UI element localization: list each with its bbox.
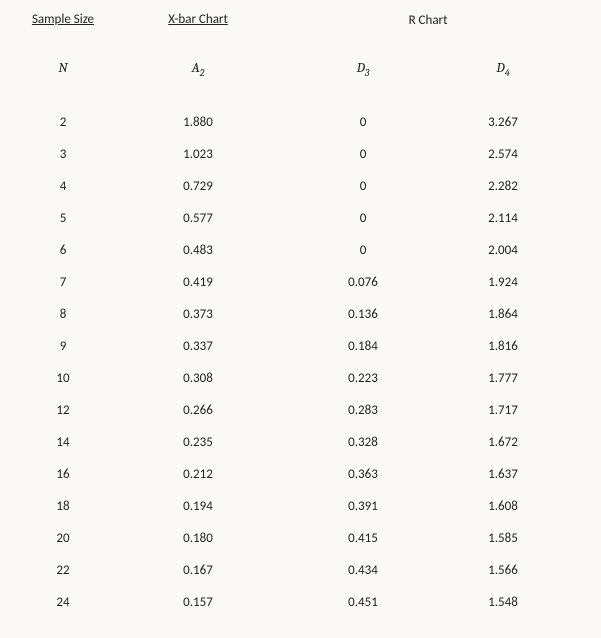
cell-a2: 0.167 <box>108 563 288 578</box>
cell-d4: 1.637 <box>438 467 568 482</box>
cell-d3: 0 <box>288 243 438 258</box>
cell-n: 22 <box>18 563 108 578</box>
cell-n: 10 <box>18 371 108 386</box>
data-rows: 21.88003.26731.02302.57440.72902.28250.5… <box>18 115 583 610</box>
cell-a2: 1.880 <box>108 115 288 130</box>
header-row: Sample Size X-bar Chart R Chart <box>18 12 583 27</box>
symbol-d3: D3 <box>288 59 438 79</box>
table-row: 120.2660.2831.717 <box>18 403 583 418</box>
cell-d3: 0.283 <box>288 403 438 418</box>
cell-a2: 0.483 <box>108 243 288 258</box>
symbol-d3-base: D <box>357 59 365 76</box>
cell-n: 12 <box>18 403 108 418</box>
table-row: 40.72902.282 <box>18 179 583 194</box>
cell-n: 14 <box>18 435 108 450</box>
cell-d3: 0.184 <box>288 339 438 354</box>
symbol-d3-sub: 3 <box>365 67 369 79</box>
cell-d4: 1.566 <box>438 563 568 578</box>
cell-n: 8 <box>18 307 108 322</box>
cell-d3: 0.434 <box>288 563 438 578</box>
cell-d4: 1.608 <box>438 499 568 514</box>
symbol-row: N A2 D3 D4 <box>18 59 583 79</box>
table-row: 160.2120.3631.637 <box>18 467 583 482</box>
cell-d4: 1.864 <box>438 307 568 322</box>
cell-a2: 0.373 <box>108 307 288 322</box>
cell-d4: 1.585 <box>438 531 568 546</box>
cell-d4: 2.114 <box>438 211 568 226</box>
cell-d4: 1.777 <box>438 371 568 386</box>
cell-d4: 1.816 <box>438 339 568 354</box>
cell-a2: 0.266 <box>108 403 288 418</box>
cell-n: 4 <box>18 179 108 194</box>
cell-n: 9 <box>18 339 108 354</box>
cell-a2: 0.194 <box>108 499 288 514</box>
cell-a2: 0.729 <box>108 179 288 194</box>
cell-d4: 2.004 <box>438 243 568 258</box>
cell-d4: 3.267 <box>438 115 568 130</box>
cell-d4: 1.924 <box>438 275 568 290</box>
table-row: 140.2350.3281.672 <box>18 435 583 450</box>
cell-d3: 0.391 <box>288 499 438 514</box>
cell-d3: 0 <box>288 147 438 162</box>
cell-n: 18 <box>18 499 108 514</box>
cell-n: 24 <box>18 595 108 610</box>
cell-a2: 0.577 <box>108 211 288 226</box>
cell-d4: 1.672 <box>438 435 568 450</box>
table-row: 31.02302.574 <box>18 147 583 162</box>
cell-n: 20 <box>18 531 108 546</box>
cell-d4: 1.717 <box>438 403 568 418</box>
cell-d3: 0.363 <box>288 467 438 482</box>
header-xbar-chart: X-bar Chart <box>108 12 288 27</box>
cell-d3: 0 <box>288 179 438 194</box>
symbol-a2: A2 <box>108 59 288 79</box>
symbol-n: N <box>18 59 108 79</box>
cell-n: 5 <box>18 211 108 226</box>
cell-a2: 0.212 <box>108 467 288 482</box>
cell-d4: 2.282 <box>438 179 568 194</box>
symbol-d4-base: D <box>496 59 504 76</box>
cell-d3: 0 <box>288 211 438 226</box>
cell-n: 16 <box>18 467 108 482</box>
cell-a2: 0.235 <box>108 435 288 450</box>
cell-d3: 0 <box>288 115 438 130</box>
cell-d3: 0.415 <box>288 531 438 546</box>
cell-d3: 0.328 <box>288 435 438 450</box>
header-r-chart: R Chart <box>288 14 568 27</box>
table-row: 220.1670.4341.566 <box>18 563 583 578</box>
header-r-chart-label: R Chart <box>405 14 452 27</box>
symbol-d4-sub: 4 <box>505 67 510 79</box>
table-row: 21.88003.267 <box>18 115 583 130</box>
table-row: 90.3370.1841.816 <box>18 339 583 354</box>
symbol-a2-sub: 2 <box>200 67 205 79</box>
table-row: 60.48302.004 <box>18 243 583 258</box>
cell-d3: 0.451 <box>288 595 438 610</box>
cell-d3: 0.136 <box>288 307 438 322</box>
table-row: 80.3730.1361.864 <box>18 307 583 322</box>
cell-a2: 0.308 <box>108 371 288 386</box>
table-row: 180.1940.3911.608 <box>18 499 583 514</box>
table-row: 100.3080.2231.777 <box>18 371 583 386</box>
cell-a2: 0.157 <box>108 595 288 610</box>
cell-d3: 0.076 <box>288 275 438 290</box>
table-row: 70.4190.0761.924 <box>18 275 583 290</box>
cell-n: 7 <box>18 275 108 290</box>
header-sample-size: Sample Size <box>18 12 108 27</box>
cell-n: 3 <box>18 147 108 162</box>
cell-d4: 1.548 <box>438 595 568 610</box>
symbol-d4: D4 <box>438 59 568 79</box>
cell-d4: 2.574 <box>438 147 568 162</box>
cell-a2: 1.023 <box>108 147 288 162</box>
cell-n: 2 <box>18 115 108 130</box>
cell-a2: 0.337 <box>108 339 288 354</box>
symbol-a2-base: A <box>192 59 200 76</box>
table-row: 50.57702.114 <box>18 211 583 226</box>
cell-d3: 0.223 <box>288 371 438 386</box>
cell-a2: 0.419 <box>108 275 288 290</box>
table-row: 200.1800.4151.585 <box>18 531 583 546</box>
cell-a2: 0.180 <box>108 531 288 546</box>
cell-n: 6 <box>18 243 108 258</box>
table-row: 240.1570.4511.548 <box>18 595 583 610</box>
